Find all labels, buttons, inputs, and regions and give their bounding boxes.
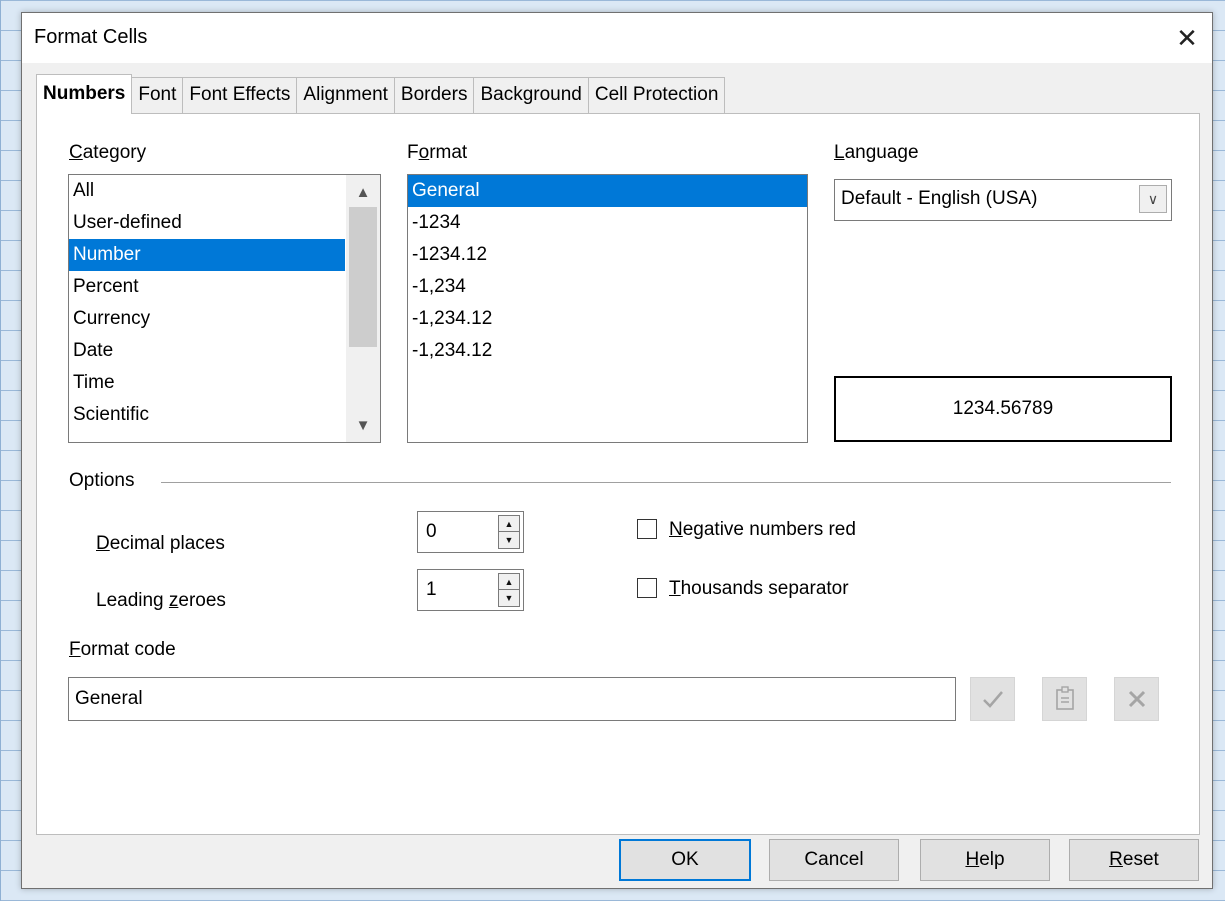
- tab-background[interactable]: Background: [474, 77, 589, 114]
- options-divider: [161, 482, 1171, 483]
- accept-button[interactable]: [970, 677, 1015, 721]
- increment-icon[interactable]: ▲: [499, 516, 519, 532]
- format-cells-dialog: Format Cells ✕ Numbers Font Font Effects…: [21, 12, 1213, 889]
- decimal-places-label: Decimal places: [96, 533, 225, 554]
- list-item[interactable]: -1,234: [408, 271, 807, 303]
- language-label: Language: [834, 142, 919, 163]
- list-item[interactable]: -1,234.12: [408, 303, 807, 335]
- format-code-value: General: [75, 688, 143, 709]
- list-item[interactable]: -1234.12: [408, 239, 807, 271]
- scroll-down-icon[interactable]: ▼: [346, 410, 380, 440]
- tab-cell-protection[interactable]: Cell Protection: [588, 77, 726, 114]
- numbers-panel: Category All User-defined Number Percent…: [36, 113, 1200, 835]
- language-dropdown[interactable]: Default - English (USA) ∨: [834, 179, 1172, 221]
- list-item[interactable]: Date: [69, 335, 345, 367]
- edit-comment-icon: [1055, 686, 1074, 710]
- thousands-separator-checkbox[interactable]: [637, 578, 657, 598]
- list-item[interactable]: Scientific: [69, 399, 345, 431]
- close-button[interactable]: ✕: [1162, 13, 1212, 63]
- format-code-input[interactable]: General: [68, 677, 956, 721]
- category-list[interactable]: All User-defined Number Percent Currency…: [68, 174, 381, 443]
- delete-icon: [1128, 690, 1145, 708]
- cancel-button[interactable]: Cancel: [769, 839, 899, 881]
- tab-borders[interactable]: Borders: [394, 77, 475, 114]
- tab-numbers[interactable]: Numbers: [36, 74, 133, 114]
- help-button[interactable]: Help: [920, 839, 1050, 881]
- ok-button[interactable]: OK: [619, 839, 751, 881]
- tab-font-effects[interactable]: Font Effects: [183, 77, 298, 114]
- reset-button[interactable]: Reset: [1069, 839, 1199, 881]
- list-item[interactable]: -1,234.12: [408, 335, 807, 367]
- list-item-selected[interactable]: Number: [69, 239, 345, 271]
- check-icon: [982, 691, 1003, 708]
- leading-zeroes-label: Leading zeroes: [96, 590, 226, 611]
- decimal-places-spin-buttons: ▲ ▼: [498, 515, 520, 549]
- scroll-thumb[interactable]: [349, 207, 377, 347]
- leading-zeroes-spin-buttons: ▲ ▼: [498, 573, 520, 607]
- decimal-places-stepper[interactable]: 0 ▲ ▼: [417, 511, 524, 553]
- list-item[interactable]: All: [69, 175, 345, 207]
- leading-zeroes-value: 1: [426, 579, 437, 600]
- list-item[interactable]: Currency: [69, 303, 345, 335]
- decrement-icon[interactable]: ▼: [499, 532, 519, 548]
- format-list[interactable]: General -1234 -1234.12 -1,234 -1,234.12 …: [407, 174, 808, 443]
- dialog-title: Format Cells: [34, 26, 148, 48]
- leading-zeroes-stepper[interactable]: 1 ▲ ▼: [417, 569, 524, 611]
- format-code-label: Format code: [69, 639, 176, 660]
- list-item-selected[interactable]: General: [408, 175, 807, 207]
- category-label: Category: [69, 142, 147, 163]
- tab-alignment[interactable]: Alignment: [297, 77, 395, 114]
- format-label: Format: [407, 142, 468, 163]
- thousands-separator-label[interactable]: Thousands separator: [669, 578, 849, 600]
- increment-icon[interactable]: ▲: [499, 574, 519, 590]
- title-bar: Format Cells ✕: [22, 13, 1212, 63]
- category-scrollbar[interactable]: ▲ ▼: [346, 175, 380, 442]
- list-item[interactable]: -1234: [408, 207, 807, 239]
- negative-red-label[interactable]: Negative numbers red: [669, 519, 856, 541]
- chevron-down-icon[interactable]: ∨: [1139, 185, 1167, 213]
- format-preview: 1234.56789: [834, 376, 1172, 442]
- negative-red-checkbox[interactable]: [637, 519, 657, 539]
- scroll-up-icon[interactable]: ▲: [346, 177, 380, 207]
- tab-bar: Numbers Font Font Effects Alignment Bord…: [36, 74, 726, 114]
- edit-comment-button[interactable]: [1042, 677, 1087, 721]
- language-value: Default - English (USA): [841, 188, 1038, 209]
- close-icon: ✕: [1176, 22, 1198, 53]
- decimal-places-value: 0: [426, 521, 437, 542]
- list-item[interactable]: Time: [69, 367, 345, 399]
- options-label: Options: [69, 470, 135, 491]
- delete-button[interactable]: [1114, 677, 1159, 721]
- list-item[interactable]: Percent: [69, 271, 345, 303]
- preview-value: 1234.56789: [952, 398, 1054, 419]
- tab-font[interactable]: Font: [132, 77, 184, 114]
- list-item[interactable]: User-defined: [69, 207, 345, 239]
- decrement-icon[interactable]: ▼: [499, 590, 519, 606]
